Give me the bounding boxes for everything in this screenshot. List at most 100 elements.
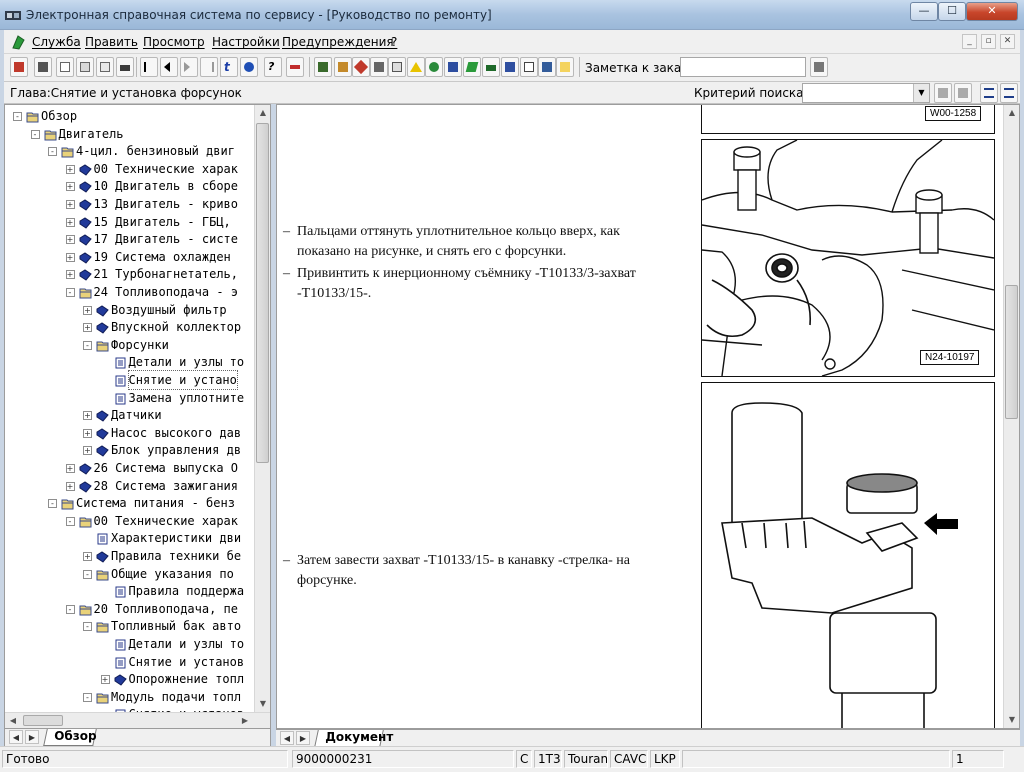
tree-item[interactable]: - 20 Топливоподача, пе: [65, 600, 255, 618]
tab-document[interactable]: Документ: [314, 730, 393, 747]
menu-warnings[interactable]: Предупреждения: [282, 35, 394, 49]
expand-icon[interactable]: +: [65, 235, 75, 245]
tree-item[interactable]: Характеристики дви: [83, 529, 254, 547]
search-prev-icon[interactable]: [934, 83, 952, 103]
tree-horizontal-scrollbar[interactable]: ◀ ▶: [5, 712, 270, 728]
prev-page-icon[interactable]: [160, 57, 178, 77]
doc-scroll-up-icon[interactable]: ▲: [1004, 105, 1019, 121]
collapse-icon[interactable]: -: [65, 288, 75, 297]
document-vertical-scrollbar[interactable]: ▲ ▼: [1003, 105, 1019, 728]
doc-tab-scroll-left-icon[interactable]: ◀: [280, 731, 294, 745]
collapse-icon[interactable]: -: [83, 692, 92, 702]
expand-icon[interactable]: +: [83, 411, 92, 421]
tree-item[interactable]: Снятие и установ: [101, 653, 255, 671]
collapse-icon[interactable]: -: [30, 129, 40, 139]
wiring-icon[interactable]: [334, 57, 352, 77]
list-icon[interactable]: [388, 57, 406, 77]
tree-item[interactable]: - Общие указания по: [83, 565, 254, 583]
tree-item[interactable]: + Насос высокого дав: [83, 424, 254, 442]
database-icon[interactable]: [444, 57, 462, 77]
expand-icon[interactable]: +: [65, 252, 75, 262]
tree-item[interactable]: +17 Двигатель - систе: [65, 230, 255, 248]
menu-view[interactable]: Просмотр: [143, 35, 205, 49]
tree-item[interactable]: +26 Система выпуска О: [65, 459, 255, 477]
tree-item[interactable]: Правила поддержа: [101, 582, 255, 600]
maximize-button[interactable]: ☐: [938, 2, 966, 21]
menu-help[interactable]: ?: [391, 35, 397, 49]
order-note-settings-icon[interactable]: [810, 57, 828, 77]
collapse-icon[interactable]: -: [65, 516, 75, 526]
expand-icon[interactable]: +: [65, 200, 75, 209]
expand-icon[interactable]: +: [83, 323, 92, 333]
search-criteria-combobox[interactable]: ▼: [802, 83, 930, 103]
tree-item[interactable]: - Форсунки: [83, 336, 254, 354]
tree-item[interactable]: + Блок управления дв: [83, 441, 254, 459]
car-icon[interactable]: [116, 57, 134, 77]
menu-service[interactable]: Служба: [32, 35, 81, 49]
tab-scroll-left-icon[interactable]: ◀: [9, 730, 23, 744]
expand-icon[interactable]: +: [65, 164, 75, 174]
expand-icon[interactable]: +: [83, 446, 92, 456]
tree-item[interactable]: - Система питания - бенз: [48, 494, 254, 512]
note-help-icon[interactable]: [556, 57, 574, 77]
tree-item[interactable]: - 24 Топливоподача - э: [65, 283, 255, 301]
help-icon[interactable]: ?: [264, 57, 282, 77]
diagnostics-icon[interactable]: [352, 57, 370, 77]
tree-item[interactable]: +19 Система охлажден: [65, 248, 255, 266]
tree-item[interactable]: - Модуль подачи топл: [83, 688, 254, 706]
order-note-input[interactable]: [680, 57, 806, 77]
expand-icon[interactable]: +: [100, 675, 110, 685]
chevron-down-icon[interactable]: ▼: [913, 84, 929, 102]
expand-icon[interactable]: +: [65, 182, 75, 192]
search-next-icon[interactable]: [954, 83, 972, 103]
tree-item[interactable]: - 4-цил. бензиновый двиг: [48, 142, 254, 160]
vehicle-icon[interactable]: [482, 57, 500, 77]
tree-item[interactable]: - Двигатель: [30, 125, 255, 143]
tree-hscroll-thumb[interactable]: [23, 715, 63, 726]
collapse-icon[interactable]: -: [13, 112, 22, 121]
green-book-icon[interactable]: [463, 57, 481, 77]
tree-item[interactable]: - 00 Технические харак: [65, 512, 255, 530]
menu-settings[interactable]: Настройки: [212, 35, 280, 49]
collapse-icon[interactable]: -: [83, 622, 92, 632]
checklist-icon[interactable]: [520, 57, 538, 77]
tree-item[interactable]: +13 Двигатель - криво: [65, 195, 255, 213]
tree-item[interactable]: - Обзор: [13, 107, 254, 125]
tree-item[interactable]: +15 Двигатель - ГБЦ,: [65, 213, 255, 231]
expand-icon[interactable]: +: [83, 552, 92, 561]
manual-icon[interactable]: [314, 57, 332, 77]
tree-item[interactable]: + Воздушный фильтр: [83, 301, 254, 319]
next-page-icon[interactable]: [180, 57, 198, 77]
tree-item[interactable]: + Датчики: [83, 406, 254, 424]
mdi-restore-button[interactable]: ▫: [981, 34, 996, 49]
scroll-left-icon[interactable]: ◀: [5, 713, 21, 729]
collapse-icon[interactable]: -: [48, 499, 57, 509]
tree-item[interactable]: +28 Система зажигания: [65, 477, 255, 495]
copy-icon[interactable]: [96, 57, 114, 77]
tab-scroll-right-icon[interactable]: ▶: [25, 730, 39, 744]
collapse-all-icon[interactable]: [1000, 83, 1018, 103]
collapse-icon[interactable]: -: [65, 604, 75, 614]
parts-icon[interactable]: [370, 57, 388, 77]
tree-item[interactable]: Снятие и устано: [101, 370, 255, 390]
mdi-minimize-button[interactable]: _: [962, 34, 977, 49]
tree-item[interactable]: + Опорожнение топл: [100, 670, 255, 688]
tree-item[interactable]: +00 Технические харак: [65, 160, 255, 178]
tree-view[interactable]: - Обзор - Двигатель -4-цил. бензиновый двиг +…: [5, 105, 254, 712]
tree-item[interactable]: Детали и узлы то: [101, 353, 255, 371]
tree-item[interactable]: Детали и узлы то: [101, 635, 255, 653]
expand-all-icon[interactable]: [980, 83, 998, 103]
warning-icon[interactable]: [407, 57, 425, 77]
print-icon[interactable]: [34, 57, 52, 77]
tree-item[interactable]: +10 Двигатель в сборе: [65, 177, 255, 195]
expand-icon[interactable]: +: [83, 305, 92, 315]
scroll-down-icon[interactable]: ▼: [255, 696, 271, 712]
expand-icon[interactable]: +: [65, 217, 75, 227]
tree-item[interactable]: + Правила техники бе: [83, 547, 254, 565]
expand-icon[interactable]: +: [65, 270, 75, 280]
mdi-close-button[interactable]: ✕: [1000, 34, 1015, 49]
close-button[interactable]: ✕: [966, 2, 1018, 21]
tree-item[interactable]: - Топливный бак авто: [83, 617, 254, 635]
tree-scroll-thumb[interactable]: [256, 123, 269, 463]
collapse-icon[interactable]: -: [83, 340, 92, 350]
